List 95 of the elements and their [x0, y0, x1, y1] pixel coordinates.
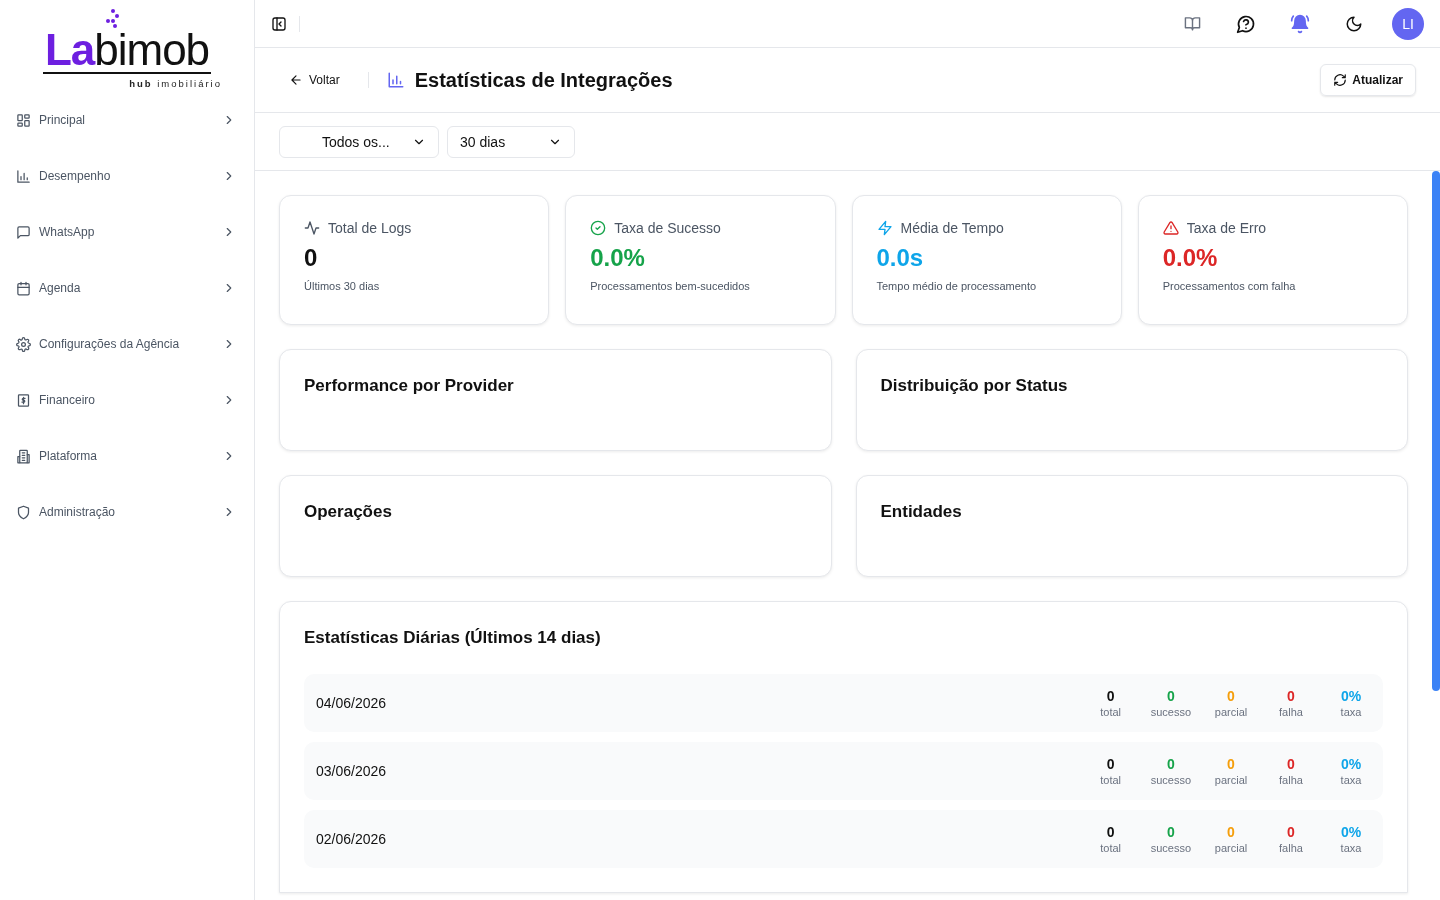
- refresh-icon: [1333, 73, 1348, 87]
- metric-label: falha: [1279, 774, 1303, 786]
- sidebar-label: Financeiro: [39, 393, 97, 407]
- book-icon: [1183, 15, 1201, 32]
- sidebar-item[interactable]: WhatsApp: [0, 204, 254, 260]
- metric-value: 0: [1166, 756, 1175, 772]
- brand-logo: Labimob: [42, 30, 212, 74]
- user-avatar[interactable]: LI: [1392, 7, 1424, 40]
- metric-value: 0: [1106, 756, 1115, 772]
- receipt-icon: [16, 392, 31, 408]
- sidebar-item[interactable]: Plataforma: [0, 428, 254, 484]
- metric-value: 0: [1106, 824, 1115, 840]
- row-date: 03/06/2026: [316, 763, 388, 779]
- filter-select[interactable]: 30 dias: [447, 125, 575, 158]
- sidebar-item[interactable]: Configurações da Agência: [0, 316, 254, 372]
- settings-icon: [16, 336, 31, 352]
- panel-title: Entidades: [880, 502, 963, 522]
- stat-title: Média de Tempo: [900, 220, 1004, 236]
- activity-icon: [304, 220, 320, 236]
- panel-toggle-icon: [271, 15, 287, 32]
- page-title: Estatísticas de Integrações: [414, 68, 674, 92]
- metric-label: sucesso: [1150, 842, 1191, 854]
- metric-value: 0: [1287, 688, 1295, 704]
- sidebar-item[interactable]: Principal: [0, 92, 254, 148]
- check-circle-icon: [590, 220, 607, 236]
- scrollbar-thumb[interactable]: [1432, 171, 1440, 691]
- bell-icon: [1290, 13, 1310, 34]
- metric-value: 0: [1227, 688, 1235, 704]
- metric-value: 0%: [1340, 756, 1362, 772]
- refresh-button[interactable]: Atualizar: [1320, 64, 1416, 96]
- filter-select[interactable]: Todos os...: [279, 125, 439, 158]
- metric-label: parcial: [1214, 706, 1248, 718]
- sidebar-item[interactable]: Financeiro: [0, 372, 254, 428]
- metric-label: parcial: [1214, 774, 1248, 786]
- moon-icon: [1345, 14, 1363, 33]
- stat-title: Total de Logs: [328, 220, 412, 236]
- metric-label: sucesso: [1150, 774, 1191, 786]
- metric-value: 0%: [1340, 688, 1362, 704]
- stat-caption: Tempo médio de processamento: [876, 280, 1038, 292]
- metric-label: parcial: [1214, 842, 1248, 854]
- metric-label: taxa: [1340, 706, 1362, 718]
- arrow-left-icon: [289, 73, 303, 87]
- row-date: 02/06/2026: [316, 831, 388, 847]
- stat-title: Taxa de Sucesso: [614, 220, 721, 236]
- panel-title: Distribuição por Status: [880, 376, 1069, 396]
- metric-label: falha: [1279, 842, 1303, 854]
- metric-value: 0: [1106, 688, 1115, 704]
- stat-value: 0.0%: [590, 244, 646, 272]
- back-button[interactable]: Voltar: [289, 73, 340, 87]
- panel-title: Operações: [304, 502, 393, 522]
- metric-value: 0%: [1340, 824, 1362, 840]
- stat-title: Taxa de Erro: [1186, 220, 1267, 236]
- sidebar-label: Principal: [39, 113, 87, 127]
- chat-icon: [16, 224, 31, 240]
- metric-label: total: [1100, 774, 1122, 786]
- metric-value: 0: [1166, 688, 1175, 704]
- grid-icon: [16, 112, 31, 128]
- stat-caption: Últimos 30 dias: [304, 280, 381, 292]
- stat-caption: Processamentos com falha: [1162, 280, 1297, 292]
- panel-title: Performance por Provider: [304, 376, 515, 396]
- metric-label: falha: [1279, 706, 1303, 718]
- stat-caption: Processamentos bem-sucedidos: [590, 280, 751, 292]
- shield-icon: [16, 504, 31, 520]
- stat-value: 0.0%: [1162, 244, 1219, 272]
- metric-value: 0: [1287, 756, 1295, 772]
- metric-value: 0: [1287, 824, 1295, 840]
- lightning-icon: [876, 220, 893, 236]
- metric-value: 0: [1166, 824, 1175, 840]
- calendar-icon: [16, 280, 31, 296]
- brand-tagline: hub imobiliário: [129, 78, 222, 89]
- sidebar-label: Plataforma: [39, 449, 99, 463]
- sidebar-label: Desempenho: [39, 169, 112, 183]
- bar-chart-icon: [16, 168, 31, 184]
- stat-value: 0.0s: [876, 244, 925, 272]
- sidebar-label: WhatsApp: [39, 225, 96, 239]
- sidebar-item[interactable]: Agenda: [0, 260, 254, 316]
- bar-chart-icon: [386, 71, 405, 89]
- sidebar-item[interactable]: Desempenho: [0, 148, 254, 204]
- metric-value: 0: [1227, 824, 1235, 840]
- section-title: Estatísticas Diárias (Últimos 14 dias): [304, 628, 602, 648]
- metric-label: taxa: [1340, 842, 1362, 854]
- sidebar-label: Administração: [39, 505, 117, 519]
- sidebar-label: Configurações da Agência: [39, 337, 181, 351]
- sidebar-item[interactable]: Administração: [0, 484, 254, 540]
- stat-value: 0: [304, 244, 319, 272]
- row-date: 04/06/2026: [316, 695, 388, 711]
- building-icon: [16, 448, 31, 464]
- metric-label: sucesso: [1150, 706, 1191, 718]
- metric-label: total: [1100, 842, 1122, 854]
- metric-label: taxa: [1340, 774, 1362, 786]
- warning-icon: [1162, 220, 1179, 236]
- sidebar-label: Agenda: [39, 281, 82, 295]
- metric-label: total: [1100, 706, 1122, 718]
- help-chat-icon: [1236, 13, 1256, 34]
- metric-value: 0: [1227, 756, 1235, 772]
